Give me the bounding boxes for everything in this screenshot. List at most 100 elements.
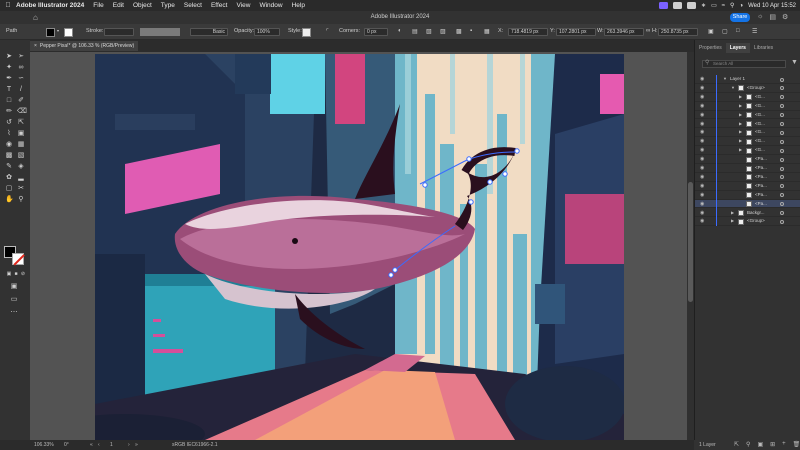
variable-width-profile[interactable]	[140, 28, 180, 36]
artboard-number[interactable]: 1	[110, 442, 113, 448]
align-icon[interactable]: ▪	[470, 28, 472, 34]
hand-tool-icon[interactable]: ✋	[5, 196, 14, 204]
apple-icon[interactable]: 	[0, 2, 16, 9]
layer-row[interactable]: ◉ <Pa...	[695, 164, 800, 173]
symbol-sprayer-icon[interactable]: ✿	[5, 174, 13, 182]
first-artboard-icon[interactable]: «	[90, 442, 93, 448]
type-tool-icon[interactable]: T	[5, 86, 13, 94]
visibility-eye-icon[interactable]: ◉	[700, 84, 704, 93]
layer-name[interactable]: <Pa...	[755, 155, 767, 164]
layer-row[interactable]: ◉ <Pa...	[695, 155, 800, 165]
tray-icon[interactable]	[673, 2, 683, 9]
menu-help[interactable]: Help	[292, 2, 305, 9]
target-circle-icon[interactable]	[780, 202, 784, 207]
target-circle-icon[interactable]	[780, 184, 784, 189]
vertical-scrollbar[interactable]	[687, 52, 694, 440]
chevron-down-icon[interactable]: ▼	[723, 75, 727, 84]
menu-type[interactable]: Type	[161, 2, 175, 9]
layer-row[interactable]: ◉ ▶ <Group>	[695, 217, 800, 227]
graphic-style-swatch[interactable]	[302, 27, 311, 37]
eraser-icon[interactable]: ⌫	[17, 108, 27, 116]
chevron-right-icon[interactable]: ▶	[739, 128, 742, 137]
target-circle-icon[interactable]	[780, 130, 784, 135]
layer-name[interactable]: Layer 1	[730, 75, 745, 84]
visibility-eye-icon[interactable]: ◉	[700, 191, 704, 200]
tray-icon[interactable]	[687, 2, 697, 9]
align-icon[interactable]: ▨	[440, 28, 446, 35]
width-tool-icon[interactable]: ⌇	[5, 130, 13, 138]
chevron-right-icon[interactable]: ▶	[739, 111, 742, 120]
none-icon[interactable]: ⊘	[19, 270, 27, 278]
document-tab[interactable]: × Pepper Pixa!* @ 106.33 % (RGB/Preview)	[30, 41, 138, 51]
fill-swatch[interactable]	[46, 27, 55, 37]
eyedropper-icon[interactable]: ✎	[5, 163, 13, 171]
visibility-eye-icon[interactable]: ◉	[700, 217, 704, 226]
x-field[interactable]: 718.4819 px	[508, 28, 548, 36]
layer-row[interactable]: ◉ ▶ Backgr...	[695, 208, 800, 218]
blend-tool-icon[interactable]: ◈	[17, 163, 25, 171]
battery-icon[interactable]: ▭	[711, 2, 717, 9]
link-icon[interactable]: ∞	[646, 28, 650, 34]
layers-search-input[interactable]: ⚲ Search All	[702, 60, 786, 68]
layer-name[interactable]: <Pa...	[755, 182, 767, 191]
align-icon[interactable]: ▩	[456, 28, 462, 35]
stroke-swatch[interactable]	[64, 27, 73, 37]
new-sublayer-icon[interactable]: ⊞	[770, 441, 775, 448]
layer-row[interactable]: ◉ <Pa...	[695, 172, 800, 182]
filter-icon[interactable]: ▼	[791, 59, 798, 66]
free-transform-icon[interactable]: ▣	[17, 130, 25, 138]
layer-row[interactable]: ◉ ▼ Layer 1	[695, 75, 800, 84]
visibility-eye-icon[interactable]: ◉	[700, 155, 704, 164]
clipping-mask-icon[interactable]: ▣	[757, 441, 763, 448]
visibility-eye-icon[interactable]: ◉	[700, 120, 704, 129]
locate-object-icon[interactable]: ⚲	[746, 441, 750, 448]
clock[interactable]: Wed 10 Apr 15:52	[748, 3, 796, 9]
draw-mode-icon[interactable]: ▣	[10, 283, 18, 291]
opacity-field[interactable]: 100%	[254, 28, 280, 36]
target-circle-icon[interactable]	[780, 113, 784, 118]
layer-row[interactable]: ◉ ▶ <G...	[695, 92, 800, 102]
tray-app-icon[interactable]	[659, 2, 669, 9]
target-circle-icon[interactable]	[780, 77, 784, 82]
close-icon[interactable]: ×	[34, 43, 37, 49]
visibility-eye-icon[interactable]: ◉	[700, 111, 704, 120]
export-icon[interactable]: ⇱	[734, 441, 739, 448]
transform-icon[interactable]: ▣	[708, 28, 714, 35]
more-tools-icon[interactable]: ⋯	[10, 309, 18, 317]
next-artboard-icon[interactable]: ›	[128, 442, 130, 448]
layer-name[interactable]: <G...	[755, 137, 765, 146]
layer-row[interactable]: ◉ ▶ <G...	[695, 119, 800, 129]
align-icon[interactable]: ▤	[412, 28, 418, 35]
opacity-label[interactable]: Opacity:	[234, 28, 254, 34]
menu-window[interactable]: Window	[259, 2, 282, 9]
target-circle-icon[interactable]	[780, 104, 784, 109]
perspective-grid-icon[interactable]: ▦	[17, 141, 25, 149]
layer-name[interactable]: <G...	[755, 128, 765, 137]
shaper-tool-icon[interactable]: ✏	[5, 108, 13, 116]
align-icon[interactable]: ▧	[426, 28, 432, 35]
visibility-eye-icon[interactable]: ◉	[700, 137, 704, 146]
layer-row[interactable]: ◉ <Pa...	[695, 190, 800, 200]
search-icon[interactable]: ⚲	[730, 2, 734, 9]
curvature-tool-icon[interactable]: ∽	[17, 75, 25, 83]
tab-layers[interactable]: Layers	[725, 43, 750, 53]
visibility-eye-icon[interactable]: ◉	[700, 200, 704, 209]
column-graph-icon[interactable]: ▂	[17, 174, 25, 182]
menu-effect[interactable]: Effect	[211, 2, 228, 9]
gradient-tool-icon[interactable]: ▧	[17, 152, 25, 160]
layer-row[interactable]: ◉ ▼ <Group>	[695, 83, 800, 93]
chevron-right-icon[interactable]: ▶	[731, 217, 734, 226]
chevron-right-icon[interactable]: ▶	[739, 102, 742, 111]
y-field[interactable]: 107.2801 px	[556, 28, 596, 36]
menu-file[interactable]: File	[93, 2, 103, 9]
menu-object[interactable]: Object	[133, 2, 152, 9]
target-circle-icon[interactable]	[780, 139, 784, 144]
menu-edit[interactable]: Edit	[113, 2, 124, 9]
menu-view[interactable]: View	[236, 2, 250, 9]
previous-artboard-icon[interactable]: ‹	[98, 442, 100, 448]
zoom-level[interactable]: 106.33%	[34, 442, 54, 448]
layer-row[interactable]: ◉ ▶ <G...	[695, 137, 800, 147]
scrollbar-thumb[interactable]	[688, 182, 693, 302]
layer-row[interactable]: ◉ <Pa...	[695, 181, 800, 191]
share-button[interactable]: Share	[730, 13, 750, 22]
